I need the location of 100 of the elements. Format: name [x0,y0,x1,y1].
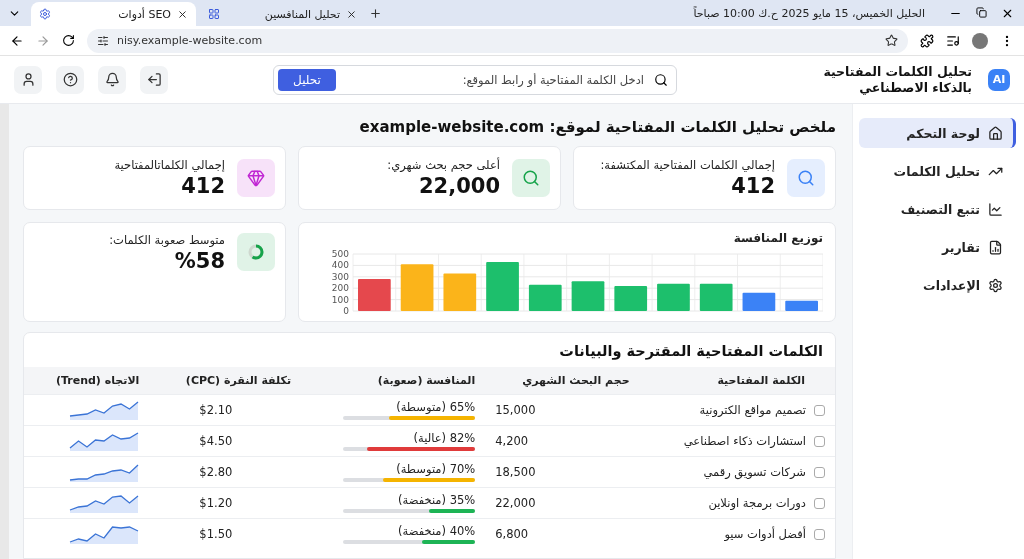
volume-cell: 22,000 [495,495,536,510]
gem-icon [247,169,265,187]
cpc-cell: $2.80 [199,464,233,479]
stat-value: 412 [180,174,225,198]
chart-title: توزيع المنافسة [732,231,823,245]
cpc-cell: $2.10 [199,402,233,417]
extensions-icon[interactable] [920,33,934,48]
search-icon [797,169,815,187]
axis-tick-label: 300 [331,271,349,282]
app-title: تحليل الكلمات المفتاحية بالذكاء الاصطناعي [822,63,972,96]
app-logo: AI [988,68,1010,91]
search-icon [654,72,668,87]
volume-cell: 18,500 [495,464,536,479]
volume-cell: 4,200 [495,433,529,448]
trend-sparkline [69,523,140,544]
chart-bar [785,300,818,311]
back-icon[interactable] [10,33,24,48]
cpc-cell: $4.50 [199,433,233,448]
chart-bar [742,292,776,311]
help-button[interactable] [56,65,84,94]
gear-icon [39,8,51,20]
cpc-cell: $1.50 [199,526,233,541]
row-checkbox[interactable] [814,528,825,540]
competition-text: 82% (عالية) [412,430,476,445]
trend-sparkline [69,430,140,451]
logout-button[interactable] [140,65,168,94]
column-header: حجم البحث الشهري [485,367,640,394]
keyword-text: شركات تسويق رقمي [703,464,806,479]
stat-label: متوسط صعوبة الكلمات: [109,233,225,247]
browser-tab[interactable]: تحليل المنافسين [200,4,365,24]
star-icon[interactable] [885,34,898,47]
stat-value: 22,000 [417,174,500,198]
row-checkbox[interactable] [814,435,825,447]
app-icon [208,8,220,20]
axis-tick-label: 0 [343,306,349,316]
chart-bar [400,264,434,311]
profile-avatar[interactable] [972,32,988,49]
axis-tick-label: 500 [331,249,349,259]
report-icon [988,239,1003,255]
sidebar-item[interactable]: تقارير [859,232,1016,262]
sidebar-item[interactable]: لوحة التحكم [859,118,1016,148]
axis-tick-label: 100 [331,294,349,305]
reload-icon[interactable] [62,34,75,47]
chart-bar [443,273,477,311]
chart-bar [614,285,648,311]
notifications-button[interactable] [98,65,126,94]
column-header: المنافسة (صعوبة) [301,367,486,394]
donut-icon [247,243,265,261]
cpc-cell: $1.20 [199,495,233,510]
stat-value: %58 [173,249,225,273]
help-icon [62,72,78,87]
forward-icon[interactable] [36,33,50,48]
address-bar[interactable]: nisy.example-website.com [87,28,908,53]
user-button[interactable] [14,65,42,94]
column-header: الاتجاه (Trend) [24,367,150,394]
stat-value: 412 [730,174,775,198]
competition-text: 40% (منخفضة) [397,523,476,538]
home-icon [988,125,1003,141]
keyword-text: استشارات ذكاء اصطناعي [683,433,806,448]
column-header: تكلفة النقرة (CPC) [149,367,302,394]
analyze-button[interactable]: تحليل [278,68,336,91]
chart-bar [358,279,391,311]
search-field[interactable]: ادخل الكلمة المفتاحية أو رابط الموقع: تحليل [273,64,677,95]
close-icon[interactable] [346,8,357,20]
column-header: الكلمة المفتاحية [639,367,835,394]
restore-icon[interactable] [976,6,987,18]
volume-cell: 15,000 [495,402,536,417]
close-icon[interactable] [177,8,188,20]
sidebar-item[interactable]: الإعدادات [859,270,1016,300]
table-title: الكلمات المفتاحية المقترحة والبيانات [558,342,824,362]
user-icon [20,72,36,87]
competition-text: 35% (منخفضة) [397,492,476,507]
new-tab-button[interactable] [369,6,382,20]
search-icon [522,169,540,187]
stat-label: إجمالي الكلماتالمفتاحية [114,158,225,172]
row-checkbox[interactable] [814,404,825,416]
media-icon[interactable] [946,33,960,48]
row-checkbox[interactable] [814,497,825,509]
sidebar-item[interactable]: تحليل الكلمات [859,156,1016,186]
logout-icon [146,72,162,87]
axis-tick-label: 200 [331,283,349,294]
chart-bar [657,283,690,311]
chart-bar [699,283,733,311]
chart-bar [486,262,519,311]
settings-icon [988,277,1003,293]
trend-sparkline [69,492,140,513]
line-chart-icon [988,201,1003,217]
keyword-text: تصميم مواقع الكترونية [699,402,806,417]
sidebar-item[interactable]: تتبع التصنيف [859,194,1016,224]
keyword-text: أفضل أدوات سيو [724,526,806,541]
page-title: ملخص تحليل الكلمات المفتاحية لموقع: example-website.com [358,118,836,136]
stat-label: إجمالي الكلمات المفتاحية المكتشفة: [600,158,775,172]
row-checkbox[interactable] [814,466,825,478]
browser-tab[interactable]: أدوات SEO [31,2,196,26]
keyword-text: دورات برمجة اونلاين [708,495,806,510]
chart-bar [571,281,605,311]
trend-sparkline [69,399,140,420]
competition-text: 65% (متوسطة) [395,399,476,414]
bell-icon [104,72,120,87]
site-settings-icon[interactable] [97,34,109,47]
